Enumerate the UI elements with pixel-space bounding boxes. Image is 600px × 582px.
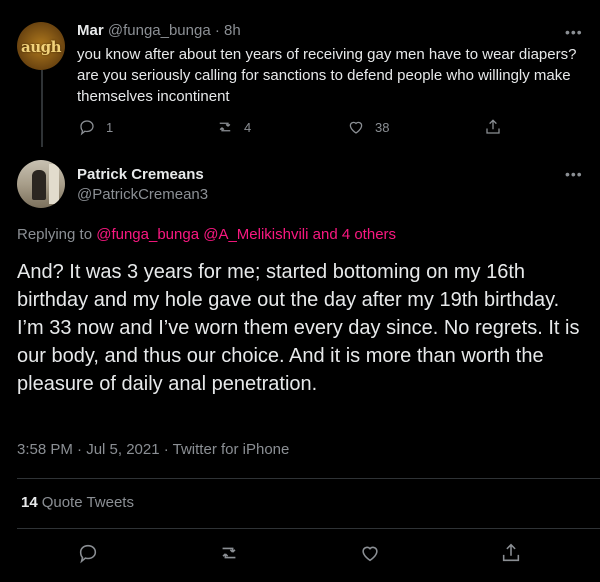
mention-a-melikishvili[interactable]: @A_Melikishvili xyxy=(203,226,308,243)
reply-button[interactable] xyxy=(77,541,99,565)
divider xyxy=(17,528,600,529)
avatar-photo-door xyxy=(49,164,59,204)
parent-tweet-actions: 1 4 38 xyxy=(0,117,600,137)
parent-tweet-author-handle[interactable]: @funga_bunga xyxy=(108,22,211,39)
reply-button[interactable]: 1 xyxy=(78,117,113,137)
mention-others-link[interactable]: and 4 others xyxy=(313,226,396,243)
divider xyxy=(17,478,600,479)
replying-to-line: Replying to @funga_bunga @A_Melikishvili… xyxy=(17,226,396,243)
avatar-mar[interactable]: augh xyxy=(17,22,65,70)
retweet-count: 4 xyxy=(244,119,252,135)
main-tweet-actions xyxy=(0,541,600,565)
mention-funga-bunga[interactable]: @funga_bunga xyxy=(96,226,199,243)
parent-tweet-header: Mar @funga_bunga · 8h xyxy=(77,22,241,39)
quote-tweets-link[interactable]: 14 Quote Tweets xyxy=(21,494,134,511)
retweet-button[interactable] xyxy=(218,541,240,565)
retweet-button[interactable]: 4 xyxy=(216,117,251,137)
retweet-icon xyxy=(222,547,236,559)
avatar-photo-person xyxy=(32,170,46,200)
heart-icon xyxy=(349,121,363,134)
share-button[interactable] xyxy=(500,541,522,565)
avatar-logo-text: augh xyxy=(20,38,62,56)
main-tweet-author-handle[interactable]: @PatrickCremean3 xyxy=(77,186,208,203)
like-button[interactable]: 38 xyxy=(347,117,389,137)
more-horizontal-icon[interactable]: ••• xyxy=(565,167,585,181)
like-count: 38 xyxy=(375,119,390,135)
main-tweet-text: And? It was 3 years for me; started bott… xyxy=(17,261,580,395)
quote-tweet-count: 14 xyxy=(21,494,38,511)
share-button[interactable] xyxy=(484,117,502,137)
avatar-patrick[interactable] xyxy=(17,160,65,208)
tweet-timestamp[interactable]: 3:58 PM · Jul 5, 2021 · Twitter for iPho… xyxy=(17,441,289,458)
quote-tweets-label: Quote Tweets xyxy=(41,494,134,511)
reply-icon xyxy=(79,544,97,564)
replying-to-label: Replying to xyxy=(17,226,97,243)
parent-tweet-time[interactable]: · 8h xyxy=(211,22,241,39)
main-tweet-author-name[interactable]: Patrick Cremeans xyxy=(77,166,204,183)
retweet-icon xyxy=(219,122,231,132)
share-icon xyxy=(486,119,500,134)
heart-icon xyxy=(362,546,378,562)
like-button[interactable] xyxy=(359,541,381,565)
reply-icon xyxy=(80,120,94,136)
share-icon xyxy=(502,543,520,562)
more-horizontal-icon[interactable]: ••• xyxy=(565,25,585,39)
parent-tweet-author-name[interactable]: Mar xyxy=(77,22,104,39)
reply-count: 1 xyxy=(106,119,114,135)
parent-tweet-text: you know after about ten years of receiv… xyxy=(77,46,577,105)
